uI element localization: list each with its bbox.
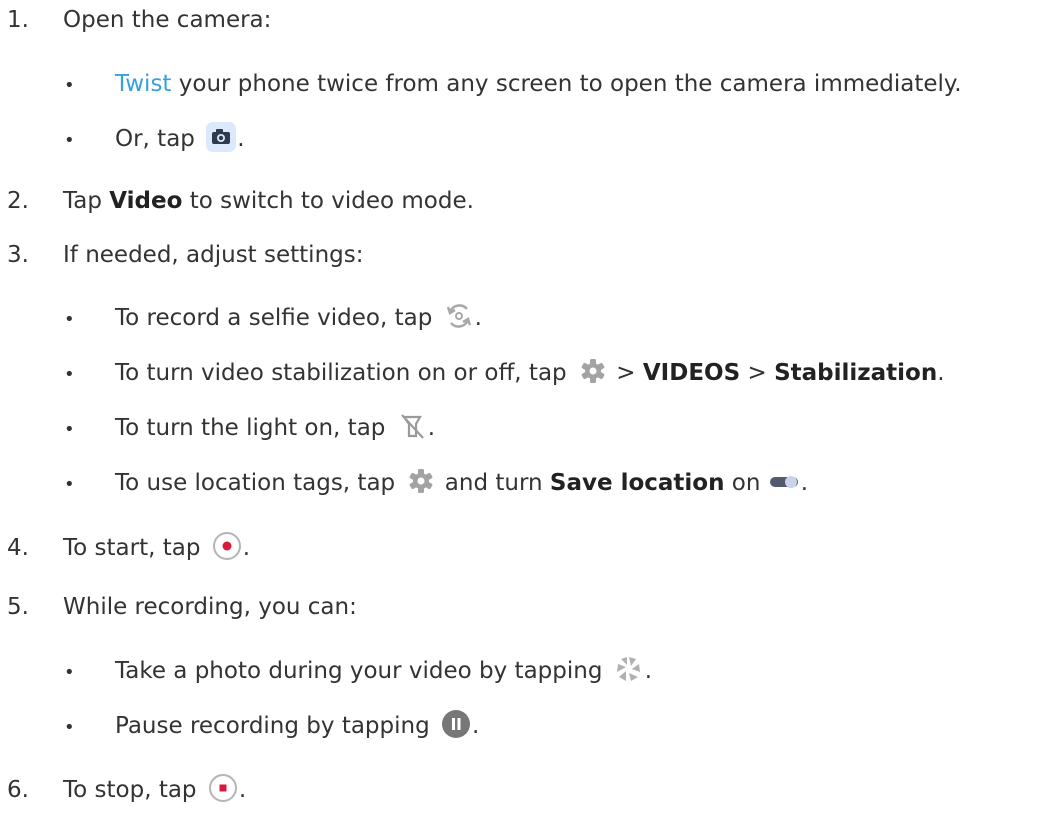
or-tap-text: Or, tap [115,126,203,152]
bullet-dot: • [64,662,75,683]
bullet-dot: • [64,364,75,385]
step-number: 6. [7,777,29,803]
step-number: 1. [7,7,29,33]
flash-off-icon[interactable] [397,411,427,441]
bullet-dot: • [64,474,75,495]
step-text: If needed, adjust settings: [63,242,364,268]
step-number: 3. [7,242,29,268]
save-location-label: Save location [549,470,725,496]
twist-text: your phone twice from any screen to open… [171,71,962,97]
bullet-dot: • [64,75,75,96]
record-button-icon[interactable] [212,531,242,561]
videos-label: VIDEOS [642,360,741,386]
step-number: 2. [7,188,29,214]
switch-camera-icon[interactable] [444,301,474,331]
camera-icon[interactable] [206,121,237,152]
twist-link[interactable]: Twist [115,71,171,97]
bullet-dot: • [64,309,75,330]
bullet-dot: • [64,419,75,440]
toggle-switch-icon[interactable] [769,475,800,489]
step-text: Open the camera: [63,7,272,33]
step-number: 5. [7,594,29,620]
video-mode-label: Video [109,188,183,214]
shutter-aperture-icon[interactable] [614,654,644,684]
stop-button-icon[interactable] [208,773,238,803]
pause-button-icon[interactable] [441,709,471,739]
settings-gear-icon[interactable] [578,356,608,386]
stabilization-label: Stabilization [774,360,938,386]
step-number: 4. [7,535,29,561]
step-text: While recording, you can: [63,594,357,620]
bullet-dot: • [64,717,75,738]
settings-gear-icon[interactable] [406,466,436,496]
bullet-dot: • [64,130,75,151]
